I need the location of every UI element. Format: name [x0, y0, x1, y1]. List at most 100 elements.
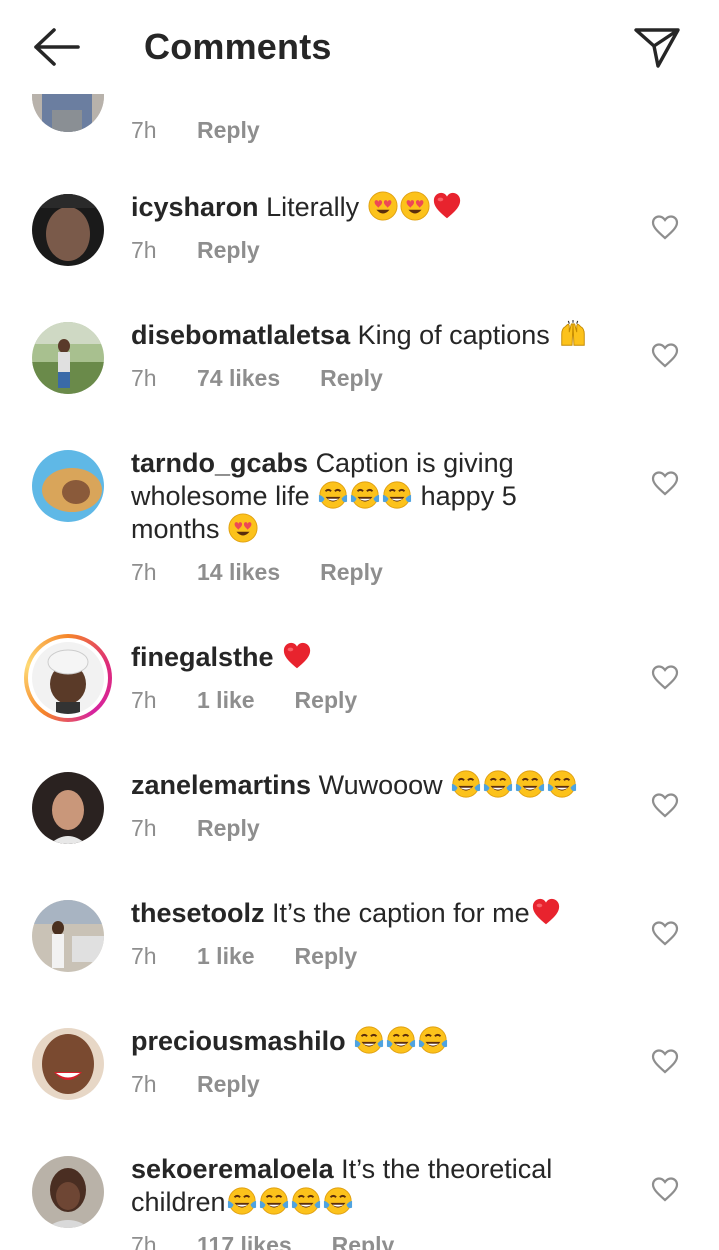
like-heart-icon[interactable]: [651, 214, 679, 240]
tears-of-joy-emoji-icon: [354, 1025, 384, 1055]
page-title: Comments: [144, 26, 332, 67]
comment-time: 7h: [131, 1071, 157, 1097]
share-button[interactable]: [632, 24, 682, 70]
comment-meta: 7h 117 likes Reply: [131, 1230, 394, 1250]
reply-button[interactable]: Reply: [197, 235, 260, 265]
avatar-image: [32, 1028, 104, 1100]
heart-eyes-emoji-icon: [400, 191, 430, 221]
story-ring[interactable]: [24, 634, 112, 722]
avatar[interactable]: [32, 450, 104, 522]
avatar-image: [32, 642, 104, 714]
paper-plane-icon: [634, 28, 680, 68]
comment-username[interactable]: tarndo_gcabs: [131, 448, 308, 478]
comment-body: tarndo_gcabs Caption is giving wholesome…: [131, 447, 601, 546]
avatar-image: [32, 450, 104, 522]
comment-text: It’s the caption for me: [272, 898, 530, 928]
header-bar: Comments: [0, 0, 719, 94]
red-heart-emoji-icon: [531, 897, 561, 927]
arrow-left-icon: [34, 28, 80, 66]
comment-meta: 7h Reply: [131, 235, 260, 265]
reply-button[interactable]: Reply: [295, 941, 358, 971]
like-heart-icon[interactable]: [651, 1048, 679, 1074]
avatar-image: [32, 1156, 104, 1228]
heart-eyes-emoji-icon: [228, 513, 258, 543]
likes-count[interactable]: 1 like: [197, 685, 255, 715]
red-heart-emoji-icon: [432, 191, 462, 221]
avatar[interactable]: [32, 94, 104, 132]
avatar[interactable]: [32, 642, 104, 714]
likes-count[interactable]: 74 likes: [197, 363, 280, 393]
avatar[interactable]: [32, 1156, 104, 1228]
red-heart-emoji-icon: [282, 641, 312, 671]
reply-button[interactable]: Reply: [197, 813, 260, 843]
avatar-image: [32, 94, 104, 132]
comment-username[interactable]: preciousmashilo: [131, 1026, 346, 1056]
comment-time: 7h: [131, 237, 157, 263]
avatar[interactable]: [32, 194, 104, 266]
comment-meta: 7h Reply: [131, 115, 260, 145]
avatar[interactable]: [32, 772, 104, 844]
like-heart-icon[interactable]: [651, 920, 679, 946]
comment-username[interactable]: thesetoolz: [131, 898, 265, 928]
comment-body: sekoeremaloela It’s the theoretical chil…: [131, 1153, 601, 1219]
like-heart-icon[interactable]: [651, 792, 679, 818]
comment-time: 7h: [131, 815, 157, 841]
likes-count[interactable]: 117 likes: [197, 1230, 292, 1250]
reply-button[interactable]: Reply: [197, 1069, 260, 1099]
tears-of-joy-emoji-icon: [515, 769, 545, 799]
comments-list[interactable]: 7h Reply icysharon Literally 7h Reply di…: [0, 94, 719, 1250]
like-heart-icon[interactable]: [651, 470, 679, 496]
tears-of-joy-emoji-icon: [451, 769, 481, 799]
likes-count[interactable]: 14 likes: [197, 557, 280, 587]
comment-meta: 7h Reply: [131, 813, 260, 843]
avatar-image: [32, 900, 104, 972]
comment-time: 7h: [131, 687, 157, 713]
comment-username[interactable]: sekoeremaloela: [131, 1154, 334, 1184]
reply-button[interactable]: Reply: [320, 557, 383, 587]
comment-time: 7h: [131, 117, 157, 143]
reply-button[interactable]: Reply: [197, 115, 260, 145]
tears-of-joy-emoji-icon: [386, 1025, 416, 1055]
tears-of-joy-emoji-icon: [227, 1186, 257, 1216]
tears-of-joy-emoji-icon: [259, 1186, 289, 1216]
comment-username[interactable]: icysharon: [131, 192, 259, 222]
like-heart-icon[interactable]: [651, 664, 679, 690]
reply-button[interactable]: Reply: [295, 685, 358, 715]
comment-body: preciousmashilo: [131, 1025, 601, 1058]
heart-eyes-emoji-icon: [368, 191, 398, 221]
avatar-image: [32, 194, 104, 266]
avatar[interactable]: [32, 900, 104, 972]
back-button[interactable]: [30, 24, 84, 70]
likes-count[interactable]: 1 like: [197, 941, 255, 971]
avatar-image: [32, 772, 104, 844]
comment-body: disebomatlaletsa King of captions: [131, 319, 601, 352]
reply-button[interactable]: Reply: [320, 363, 383, 393]
avatar[interactable]: [32, 1028, 104, 1100]
comment-meta: 7h 1 like Reply: [131, 685, 357, 715]
comment-time: 7h: [131, 943, 157, 969]
avatar-image: [32, 322, 104, 394]
comment-username[interactable]: zanelemartins: [131, 770, 311, 800]
comment-text: King of captions: [357, 320, 550, 350]
raised-hands-emoji-icon: [558, 319, 588, 349]
tears-of-joy-emoji-icon: [318, 480, 348, 510]
comment-meta: 7h 14 likes Reply: [131, 557, 383, 587]
comment-meta: 7h 74 likes Reply: [131, 363, 383, 393]
comment-meta: 7h 1 like Reply: [131, 941, 357, 971]
tears-of-joy-emoji-icon: [382, 480, 412, 510]
tears-of-joy-emoji-icon: [323, 1186, 353, 1216]
tears-of-joy-emoji-icon: [547, 769, 577, 799]
tears-of-joy-emoji-icon: [483, 769, 513, 799]
comment-username[interactable]: disebomatlaletsa: [131, 320, 350, 350]
comment-body: zanelemartins Wuwooow: [131, 769, 601, 802]
comment-body: finegalsthe: [131, 641, 601, 674]
tears-of-joy-emoji-icon: [291, 1186, 321, 1216]
comment-text: Wuwooow: [318, 770, 443, 800]
comment-body: thesetoolz It’s the caption for me: [131, 897, 601, 930]
comment-username[interactable]: finegalsthe: [131, 642, 274, 672]
comment-time: 7h: [131, 365, 157, 391]
avatar[interactable]: [32, 322, 104, 394]
like-heart-icon[interactable]: [651, 342, 679, 368]
like-heart-icon[interactable]: [651, 1176, 679, 1202]
reply-button[interactable]: Reply: [332, 1230, 395, 1250]
